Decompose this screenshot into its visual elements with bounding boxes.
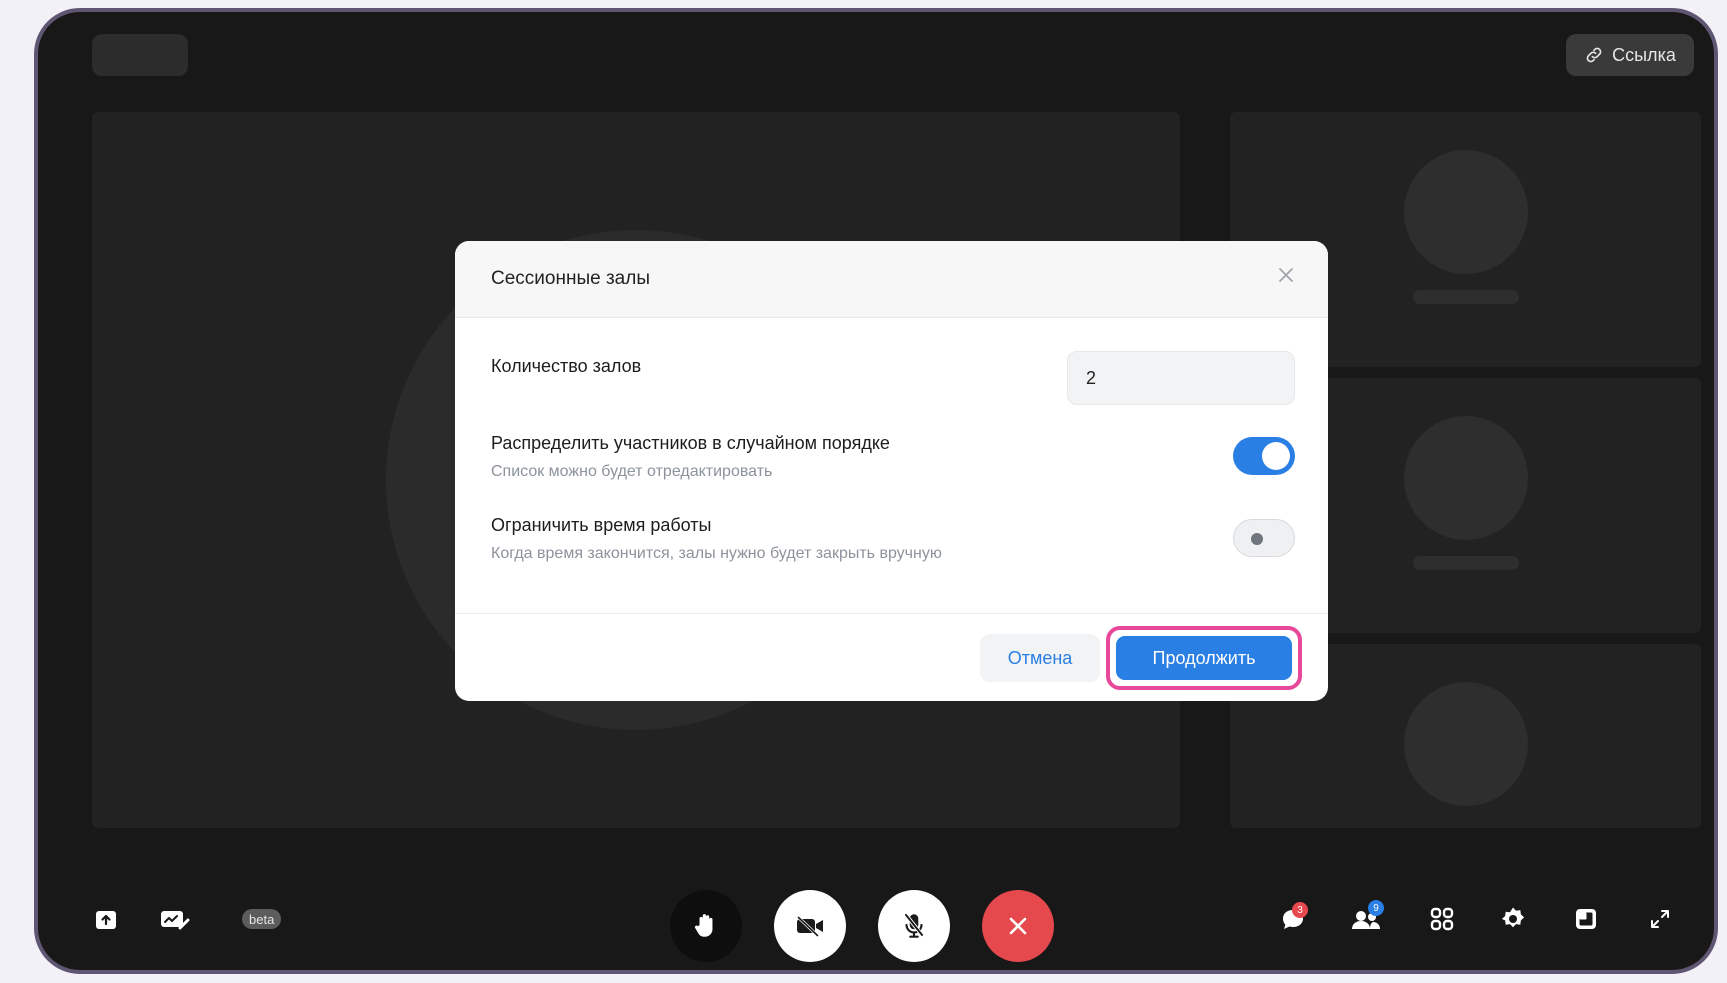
participants-button[interactable]: 9 [1348,900,1384,936]
grid-icon [1430,907,1454,931]
time-limit-label: Ограничить время работы [491,515,712,535]
participants-badge: 9 [1368,900,1384,916]
breakout-rooms-dialog: Сессионные залы Количество залов 2 Распр… [455,241,1328,701]
link-icon [1586,47,1602,63]
camera-toggle-button[interactable] [774,890,846,962]
continue-button[interactable]: Продолжить [1116,636,1292,680]
participant-name-placeholder [1413,556,1519,570]
fullscreen-button[interactable] [1646,905,1674,933]
camera-off-icon [796,915,823,938]
layout-icon [1576,909,1596,929]
share-screen-button[interactable] [92,906,120,934]
random-distribution-label: Распределить участников в случайном поря… [491,433,890,453]
avatar [1404,150,1528,274]
close-icon [1279,268,1293,282]
participants-count: 9 [1368,900,1384,916]
chat-button[interactable]: 3 [1276,902,1310,936]
rooms-count-input[interactable]: 2 [1067,351,1295,405]
dialog-footer: Отмена Продолжить [455,613,1328,701]
random-distribution-toggle[interactable] [1233,437,1295,475]
layout-button[interactable] [1572,905,1600,933]
raise-hand-button[interactable] [670,890,742,962]
meeting-title-placeholder [92,34,188,76]
random-distribution-hint: Список можно будет отредактировать [491,463,773,480]
mic-off-icon [903,913,925,938]
participant-name-placeholder [1413,290,1519,304]
avatar [1404,416,1528,540]
copy-link-button[interactable]: Ссылка [1566,34,1694,76]
whiteboard-button[interactable] [158,906,192,934]
cancel-button[interactable]: Отмена [980,634,1100,682]
mic-toggle-button[interactable] [878,890,950,962]
toggle-knob [1251,533,1263,545]
close-button[interactable] [1274,263,1298,287]
avatar [1404,682,1528,806]
raise-hand-icon [694,914,713,937]
rooms-count-label: Количество залов [491,356,642,376]
end-call-button[interactable] [982,890,1054,962]
chat-badge: 3 [1292,902,1308,918]
copy-link-label: Ссылка [1612,44,1676,65]
toggle-knob [1262,442,1290,470]
time-limit-hint: Когда время закончится, залы нужно будет… [491,545,942,562]
share-screen-icon [96,911,116,929]
settings-icon [1501,907,1525,928]
grid-view-button[interactable] [1428,905,1456,933]
time-limit-toggle[interactable] [1233,519,1295,557]
dialog-header: Сессионные залы [455,241,1328,318]
end-call-icon [1009,917,1027,935]
chat-count: 3 [1292,902,1308,918]
settings-button[interactable] [1498,904,1528,934]
fullscreen-icon [1651,910,1669,928]
dialog-title: Сессионные залы [491,268,650,289]
beta-badge: beta [242,909,282,929]
whiteboard-icon [161,911,190,930]
